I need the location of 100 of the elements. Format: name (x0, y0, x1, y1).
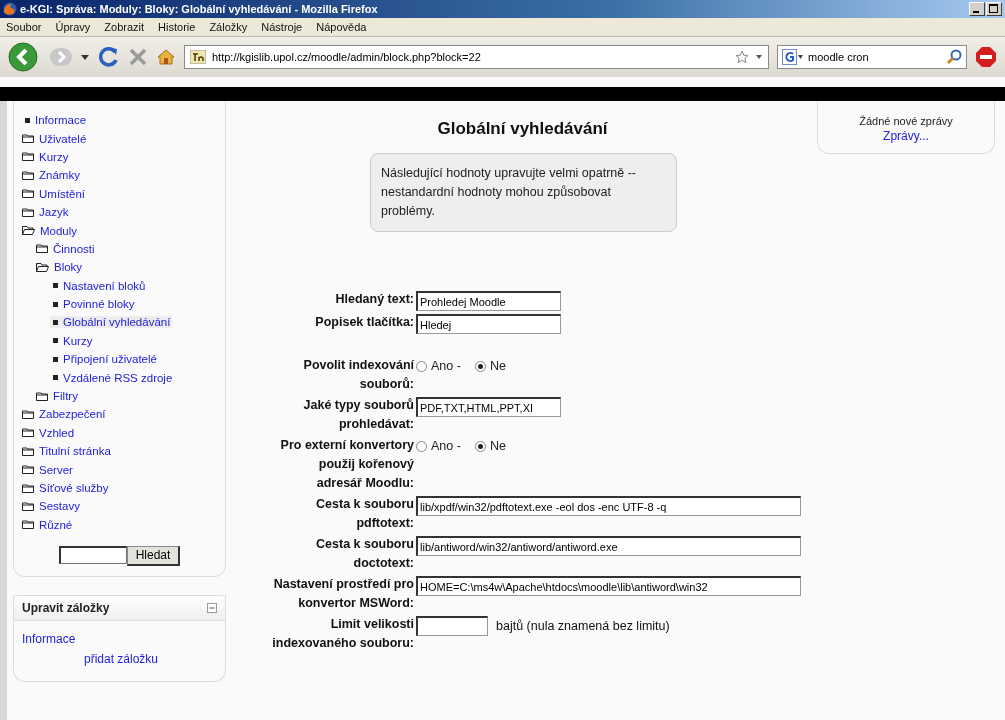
text-field[interactable]: PDF,TXT,HTML,PPT,XI (416, 397, 561, 417)
field-label: Popisek tlačítka: (314, 314, 415, 331)
tree-item[interactable]: Vzdálené RSS zdroje (50, 371, 175, 384)
radio-label: Ano - (431, 358, 461, 375)
minimize-button[interactable] (969, 2, 985, 16)
radio-button[interactable] (416, 441, 427, 452)
tree-item[interactable]: Nastavení bloků (50, 279, 148, 292)
bullet-icon (53, 320, 58, 325)
tree-item[interactable]: Moduly (22, 224, 80, 237)
tree-item[interactable]: Jazyk (22, 206, 71, 219)
page-heading: Globální vyhledávání (437, 119, 608, 139)
bullet-icon (53, 356, 58, 362)
address-bar[interactable]: http://kgislib.upol.cz/moodle/admin/block.php?block=22 (184, 45, 769, 69)
bullet-icon (53, 301, 58, 307)
tree-item[interactable]: Činnosti (36, 242, 97, 255)
tree-item[interactable]: Umístění (22, 187, 87, 200)
folder-icon (22, 189, 34, 199)
folder-icon (22, 428, 34, 438)
tree-item[interactable]: Filtry (36, 390, 80, 403)
field-label: Hledaný text: (334, 291, 415, 308)
tree-item[interactable]: Sestavy (22, 500, 82, 513)
radio-label: Ne (489, 438, 506, 455)
menu-item[interactable]: Zobrazit (104, 21, 145, 33)
text-field[interactable]: HOME=C:\ms4w\Apache\htdocs\moodle\lib\antiword\win32 (416, 576, 801, 596)
field-label: Jaké typy souborů prohledávat: (302, 397, 415, 433)
tree-item[interactable]: Kurzy (22, 150, 71, 163)
maximize-button[interactable] (986, 2, 1002, 16)
field-label: Povolit indexování souborů: (302, 357, 415, 393)
folder-icon (22, 409, 34, 419)
dropdown-icon[interactable] (80, 52, 90, 62)
messages-link[interactable]: Zprávy... (883, 129, 929, 143)
text-field[interactable]: lib/antiword/win32/antiword/antiword.exe (416, 536, 801, 556)
search-button[interactable]: Hledat (126, 546, 181, 566)
search-icon[interactable] (946, 49, 962, 65)
menu-item[interactable]: Záložky (209, 21, 248, 33)
add-bookmark-link[interactable]: přidat záložku (84, 652, 159, 666)
reload-icon[interactable] (98, 46, 120, 68)
bullet-icon (53, 375, 58, 381)
tree-item[interactable]: Síťové služby (22, 482, 111, 494)
field-label: Pro externí konvertory použij kořenový adresář Moodlu: (279, 437, 415, 492)
notice-box: Následující hodnoty upravujte velmi opatrně -- nestandardní hodnoty mohou způsobovat problémy. (370, 153, 677, 232)
radio-button[interactable] (416, 361, 427, 372)
search-field[interactable]: moodle cron (777, 45, 967, 69)
adblock-icon[interactable] (975, 46, 997, 68)
dropdown-icon[interactable] (755, 53, 763, 61)
radio-label: Ano - (431, 438, 461, 455)
folder-icon (22, 134, 34, 144)
folder-icon (22, 446, 34, 456)
block-title: Upravit záložky (22, 601, 110, 615)
number-field[interactable] (416, 616, 488, 636)
star-icon[interactable] (735, 50, 749, 64)
menu-item[interactable]: Úpravy (55, 21, 91, 33)
bullet-icon (25, 117, 30, 123)
folder-icon (22, 520, 34, 530)
menu-item[interactable]: Soubor (6, 21, 42, 33)
field-label: Cesta k souboru doctotext: (315, 536, 415, 572)
home-icon[interactable] (156, 47, 176, 67)
open-folder-icon (36, 262, 49, 272)
folder-icon (22, 483, 34, 493)
tree-item[interactable]: Připojení uživatelé (50, 353, 159, 366)
tree-item[interactable]: Bloky (36, 261, 85, 274)
folder-icon (22, 207, 34, 217)
text-field[interactable]: lib/xpdf/win32/pdftotext.exe -eol dos -enc UTF-8 -q (416, 496, 801, 516)
tree-item[interactable]: Kurzy (50, 334, 95, 347)
text-field[interactable]: Hledej (416, 314, 561, 334)
tree-item[interactable]: Uživatelé (22, 132, 89, 145)
radio-button[interactable] (474, 441, 486, 452)
menu-item[interactable]: Nápověda (316, 21, 367, 33)
site-icon (190, 50, 206, 64)
tree-item[interactable]: Různé (22, 518, 75, 531)
folder-icon (22, 170, 34, 180)
search-engine-icon[interactable] (782, 49, 804, 65)
search-field[interactable] (58, 546, 127, 564)
collapse-icon[interactable] (207, 603, 217, 613)
folder-icon (36, 244, 48, 254)
radio-button[interactable] (474, 361, 486, 372)
window-title: e-KGI: Správa: Moduly: Bloky: Globální vyhledávání - Mozilla Firefox (20, 3, 379, 15)
field-hint: bajtů (nula znamená bez limitu) (496, 618, 670, 635)
menu-item[interactable]: Historie (158, 21, 196, 33)
field-label: Limit velikosti indexovaného souboru: (272, 616, 415, 652)
folder-icon (22, 152, 34, 162)
tree-item[interactable]: Globální vyhledávání (50, 316, 173, 329)
field-label: Nastavení prostředí pro konvertor MSWord: (272, 576, 415, 612)
folder-icon (36, 391, 48, 401)
tree-item[interactable]: Zabezpečení (22, 408, 108, 421)
radio-label: Ne (489, 358, 506, 375)
tree-item[interactable]: Známky (22, 169, 82, 182)
bookmark-link[interactable]: Informace (22, 632, 76, 646)
field-label: Cesta k souboru pdftotext: (315, 496, 415, 532)
tree-item[interactable]: Povinné bloky (50, 298, 137, 311)
menu-item[interactable]: Nástroje (261, 21, 303, 33)
bullet-icon (53, 338, 58, 344)
tree-item[interactable]: Server (22, 463, 75, 476)
tree-item[interactable]: Titulní stránka (22, 445, 113, 458)
folder-icon (22, 501, 34, 511)
folder-icon (22, 465, 34, 475)
bullet-icon (53, 283, 58, 289)
tree-item[interactable]: Informace (22, 114, 89, 127)
tree-item[interactable]: Vzhled (22, 426, 77, 439)
text-field[interactable]: Prohledej Moodle (416, 291, 561, 311)
